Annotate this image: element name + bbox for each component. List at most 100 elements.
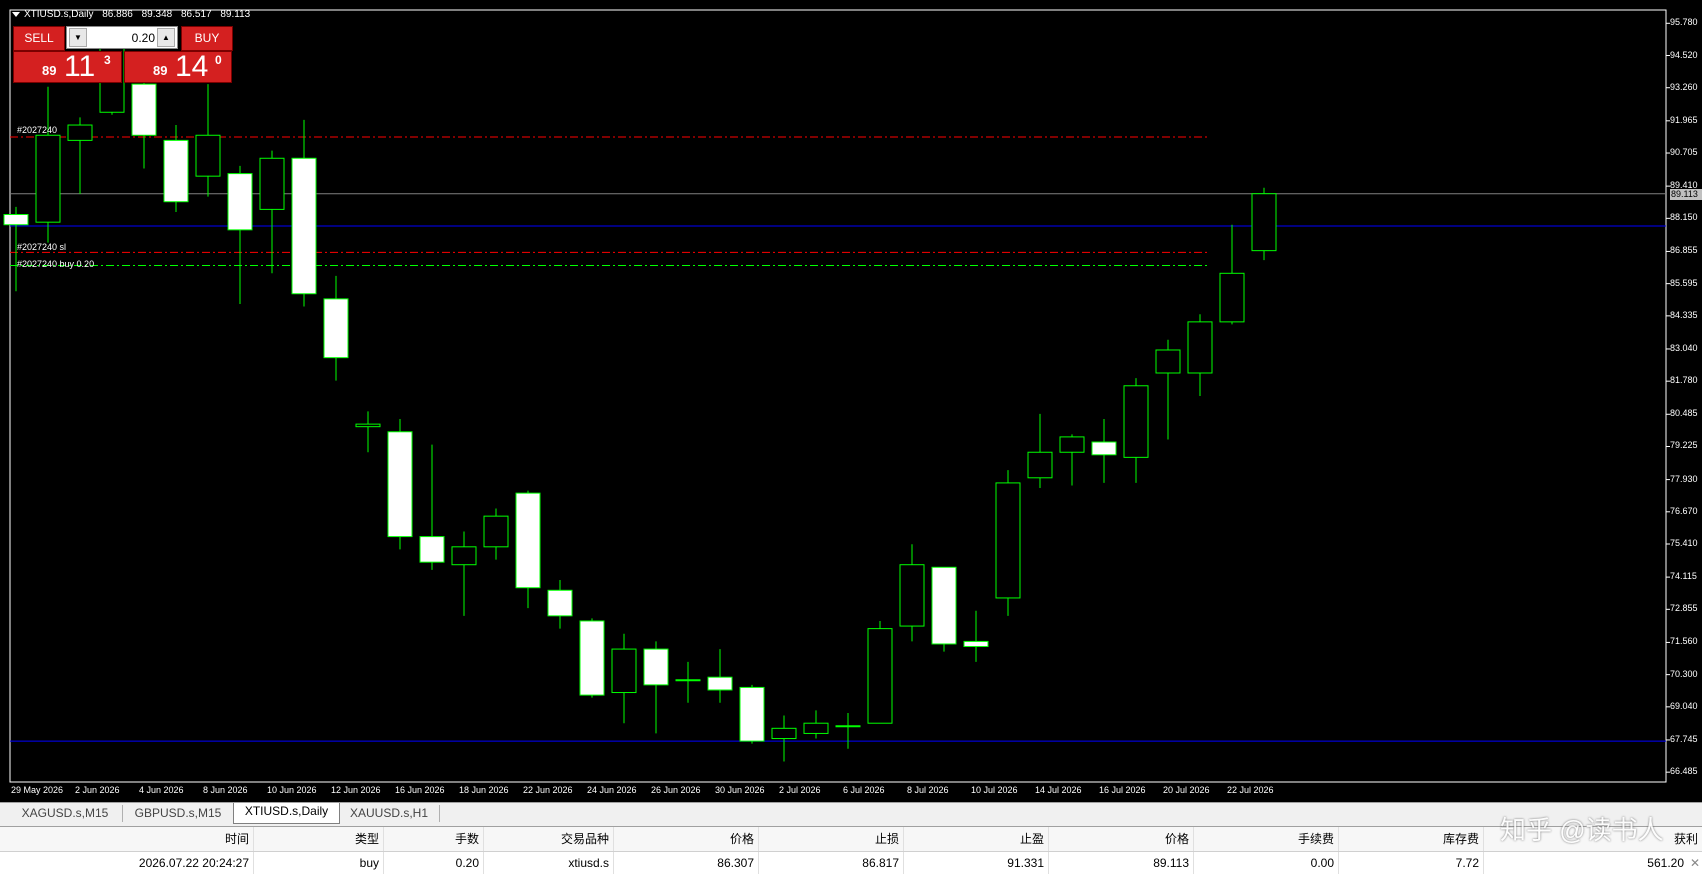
tab-gbpusd[interactable]: GBPUSD.s,M15 [123, 805, 234, 822]
table-row[interactable]: 2026.07.22 20:24:27 buy 0.20 xtiusd.s 86… [0, 852, 1702, 874]
candle-body [227, 173, 253, 231]
candle-body [611, 648, 637, 694]
col-commission[interactable]: 手续费 [1194, 827, 1339, 851]
date-axis-label: 14 Jul 2026 [1035, 785, 1082, 795]
date-axis-label: 18 Jun 2026 [459, 785, 509, 795]
date-axis-label: 20 Jul 2026 [1163, 785, 1210, 795]
col-sl[interactable]: 止损 [759, 827, 904, 851]
candle-body [899, 564, 925, 627]
candle-body [963, 640, 989, 648]
candle-body [1219, 272, 1245, 323]
date-axis-label: 2 Jul 2026 [779, 785, 821, 795]
buy-price-prefix: 89 [153, 63, 168, 78]
candle-body [547, 589, 573, 617]
price-axis-label: 83.040 [1670, 342, 1698, 353]
price-chart[interactable] [0, 0, 1702, 802]
lot-decrease-icon[interactable]: ▼ [69, 28, 87, 47]
plot-frame [9, 9, 1667, 783]
chart-tabs: XAGUSD.s,M15 GBPUSD.s,M15 XTIUSD.s,Daily… [0, 802, 1702, 825]
candle-body [1187, 321, 1213, 374]
current-price-tag: 89.113 [1670, 188, 1702, 200]
candle-body [515, 492, 541, 589]
candle-body [931, 566, 957, 645]
candle-body [739, 686, 765, 742]
col-swap[interactable]: 库存费 [1339, 827, 1484, 851]
price-axis-label: 76.670 [1670, 505, 1698, 516]
candle-body [163, 139, 189, 203]
candle-body [1251, 193, 1277, 252]
lot-size-control: ▼ ▲ [66, 26, 178, 49]
terminal-header: 时间 类型 手数 交易品种 价格 止损 止盈 价格 手续费 库存费 获利 [0, 827, 1702, 852]
cell-swap: 7.72 [1339, 852, 1484, 874]
close-position-icon[interactable]: ✕ [1688, 852, 1702, 874]
collapse-panel-icon[interactable] [12, 12, 20, 17]
price-axis-label: 80.485 [1670, 408, 1698, 419]
date-axis-label: 24 Jun 2026 [587, 785, 637, 795]
candle-body [707, 676, 733, 691]
cell-symbol: xtiusd.s [484, 852, 614, 874]
price-axis-label: 79.225 [1670, 440, 1698, 451]
ohlc-open: 86.886 [102, 9, 133, 20]
price-axis-label: 66.485 [1670, 766, 1698, 777]
price-axis-label: 69.040 [1670, 700, 1698, 711]
open-order-label: #2027240 buy 0.20 [17, 259, 95, 270]
date-axis-label: 22 Jul 2026 [1227, 785, 1274, 795]
buy-price-button[interactable]: 89 14 0 [124, 50, 232, 83]
candle-body [803, 722, 829, 734]
sl-order-label: #2027240 sl [17, 242, 67, 253]
col-volume[interactable]: 手数 [384, 827, 484, 851]
sell-button[interactable]: SELL [13, 26, 65, 51]
candle-body [419, 536, 445, 563]
candle-body [1123, 385, 1149, 458]
col-open-price[interactable]: 价格 [614, 827, 759, 851]
date-axis-label: 16 Jun 2026 [395, 785, 445, 795]
watermark: 知乎 @读书人 [1500, 815, 1664, 845]
tab-xagusd[interactable]: XAGUSD.s,M15 [8, 805, 123, 822]
price-axis-label: 88.150 [1670, 212, 1698, 223]
candle-body [643, 648, 669, 686]
price-axis-label: 85.595 [1670, 277, 1698, 288]
sell-price-button[interactable]: 89 11 3 [13, 50, 122, 83]
price-axis-label: 86.855 [1670, 245, 1698, 256]
date-axis-label: 8 Jun 2026 [203, 785, 248, 795]
col-type[interactable]: 类型 [254, 827, 384, 851]
price-axis-label: 91.965 [1670, 114, 1698, 125]
price-axis-label: 77.930 [1670, 473, 1698, 484]
buy-button[interactable]: BUY [181, 26, 233, 51]
sell-price-sup: 3 [104, 53, 111, 67]
candle-body [771, 727, 797, 740]
candle-body [579, 620, 605, 696]
candle-body [835, 725, 861, 728]
candle-body [195, 134, 221, 177]
candle-body [131, 83, 157, 136]
date-axis-label: 8 Jul 2026 [907, 785, 949, 795]
price-axis-label: 75.410 [1670, 538, 1698, 548]
col-time[interactable]: 时间 [0, 827, 254, 851]
price-axis-label: 81.780 [1670, 375, 1698, 386]
ohlc-close: 89.113 [220, 9, 251, 20]
price-axis-label: 90.705 [1670, 147, 1698, 158]
symbol-title: XTIUSD.s,Daily [24, 9, 94, 20]
price-axis-label: 74.115 [1670, 571, 1697, 582]
date-axis-label: 30 Jun 2026 [715, 785, 765, 795]
ohlc-low: 86.517 [180, 9, 212, 20]
tab-xtiusd[interactable]: XTIUSD.s,Daily [233, 803, 340, 824]
date-axis-label: 12 Jun 2026 [331, 785, 381, 795]
candle-body [1091, 441, 1117, 456]
cell-sl: 86.817 [759, 852, 904, 874]
candle-body [995, 482, 1021, 599]
col-tp[interactable]: 止盈 [904, 827, 1049, 851]
lot-size-input[interactable] [89, 29, 159, 46]
col-current-price[interactable]: 价格 [1049, 827, 1194, 851]
date-axis-label: 16 Jul 2026 [1099, 785, 1146, 795]
lot-increase-icon[interactable]: ▲ [157, 28, 175, 47]
tab-xauusd[interactable]: XAUUSD.s,H1 [339, 805, 440, 822]
candle-body [1059, 436, 1085, 453]
price-axis-label: 94.520 [1670, 49, 1698, 60]
candle-body [1155, 349, 1181, 374]
candle-body [3, 214, 29, 226]
date-axis-label: 10 Jul 2026 [971, 785, 1018, 795]
chart-area[interactable]: XTIUSD.s,Daily 86.886 89.348 86.517 89.1… [0, 0, 1702, 802]
col-symbol[interactable]: 交易品种 [484, 827, 614, 851]
cell-volume: 0.20 [384, 852, 484, 874]
